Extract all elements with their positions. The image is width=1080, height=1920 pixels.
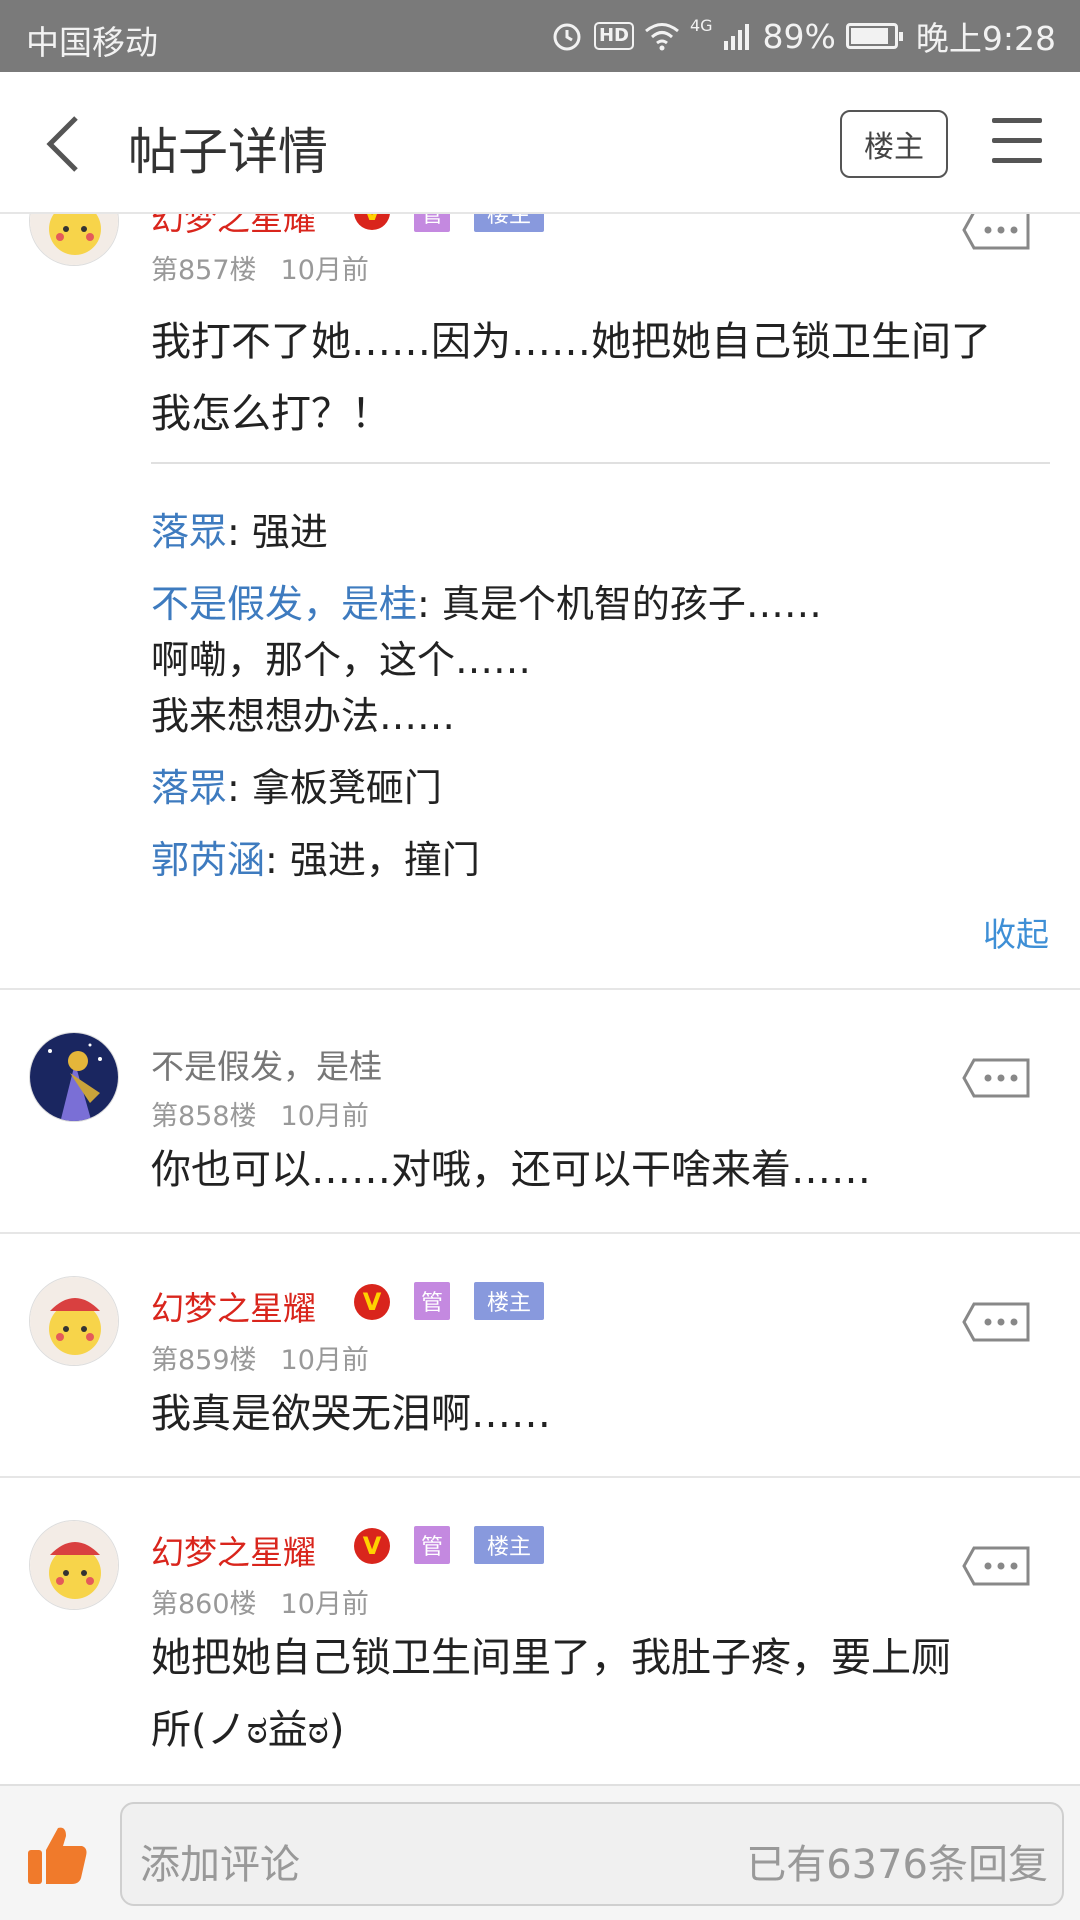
post-time: 10月前 xyxy=(280,1101,369,1132)
reply-text: 我来想想办法…… xyxy=(151,694,456,738)
post-body: 你也可以……对哦，还可以干啥来着…… xyxy=(151,1134,1051,1206)
username[interactable]: 幻梦之星耀 xyxy=(151,1526,316,1574)
post-text-line: 我真是欲哭无泪啊…… xyxy=(151,1391,551,1437)
network-type: 4G xyxy=(689,16,713,35)
post-text-line: 所(ノಠ益ಠ) xyxy=(151,1707,345,1753)
signal-icon xyxy=(723,24,749,50)
verified-icon: V xyxy=(354,214,390,230)
owner-tag: 楼主 xyxy=(474,1526,544,1564)
post-time: 10月前 xyxy=(280,1345,369,1376)
reply-text: : 强进 xyxy=(227,510,328,554)
reply-divider xyxy=(151,462,1050,464)
username[interactable]: 幻梦之星耀 xyxy=(151,214,316,240)
admin-tag: 管 xyxy=(414,1526,450,1564)
post-text-line: 我打不了她……因为……她把她自己锁卫生间了 xyxy=(151,319,991,365)
carrier-label: 中国移动 xyxy=(26,23,158,62)
post-text-line: 她把她自己锁卫生间里了，我肚子疼，要上厕 xyxy=(151,1635,951,1681)
app-header: 帖子详情 楼主 xyxy=(0,72,1080,214)
reply-author[interactable]: 落眾 xyxy=(151,510,227,554)
post-list: 幻梦之星耀 V 管 楼主 第857楼 10月前 我打不了她……因为……她把她自己锁… xyxy=(0,214,1080,1784)
floor-number: 第857楼 xyxy=(151,255,257,286)
owner-tag: 楼主 xyxy=(474,1282,544,1320)
post-860: 幻梦之星耀 V 管 楼主 第860楼 10月前 她把她自己锁卫生间里了，我肚子疼，… xyxy=(0,1478,1080,1784)
post-body: 我真是欲哭无泪啊…… xyxy=(151,1378,1051,1450)
verified-icon: V xyxy=(354,1284,390,1320)
post-body: 我打不了她……因为……她把她自己锁卫生间了 我怎么打？！ xyxy=(151,306,1051,450)
floor-number: 第858楼 xyxy=(151,1101,257,1132)
sub-reply: 不是假发，是桂: 真是个机智的孩子…… 啊嘞，那个，这个…… 我来想想办法…… xyxy=(151,576,1051,744)
sub-replies: 落眾: 强进 不是假发，是桂: 真是个机智的孩子…… 啊嘞，那个，这个…… 我来… xyxy=(151,504,1051,904)
comment-placeholder: 添加评论 xyxy=(140,1842,300,1888)
reply-text: : 真是个机智的孩子…… xyxy=(417,582,822,626)
bottom-bar: 添加评论 已有6376条回复 xyxy=(0,1784,1080,1920)
clock: 晚上9:28 xyxy=(915,19,1056,58)
admin-tag: 管 xyxy=(414,214,450,232)
owner-only-button[interactable]: 楼主 xyxy=(840,110,948,178)
post-text-line: 你也可以……对哦，还可以干啥来着…… xyxy=(151,1147,871,1193)
reply-text: : 强进，撞门 xyxy=(265,838,480,882)
avatar[interactable] xyxy=(29,1032,119,1122)
back-arrow-icon[interactable] xyxy=(40,112,100,176)
post-body: 她把她自己锁卫生间里了，我肚子疼，要上厕 所(ノಠ益ಠ) xyxy=(151,1622,1051,1766)
post-meta: 第857楼 10月前 xyxy=(151,248,369,287)
reply-author[interactable]: 郭芮涵 xyxy=(151,838,265,882)
battery-percent: 89% xyxy=(762,16,836,56)
more-options-icon[interactable] xyxy=(960,214,1032,252)
sub-reply: 郭芮涵: 强进，撞门 xyxy=(151,832,1051,888)
thumbs-up-icon[interactable] xyxy=(26,1824,90,1886)
wifi-icon xyxy=(645,23,679,51)
username[interactable]: 不是假发，是桂 xyxy=(151,1040,382,1088)
post-857: 幻梦之星耀 V 管 楼主 第857楼 10月前 我打不了她……因为……她把她自己锁… xyxy=(0,214,1080,988)
reply-author[interactable]: 落眾 xyxy=(151,766,227,810)
hd-icon: HD xyxy=(593,22,634,50)
reply-count: 已有6376条回复 xyxy=(746,1842,1048,1888)
post-meta: 第858楼 10月前 xyxy=(151,1094,369,1133)
reply-text: 啊嘞，那个，这个…… xyxy=(151,638,532,682)
alarm-icon xyxy=(553,23,581,51)
floor-number: 第860楼 xyxy=(151,1589,257,1620)
status-bar: 中国移动 HD 4G 89% 晚上9:28 xyxy=(0,0,1080,72)
post-time: 10月前 xyxy=(280,1589,369,1620)
reply-author[interactable]: 不是假发，是桂 xyxy=(151,582,417,626)
admin-tag: 管 xyxy=(414,1282,450,1320)
status-icons: HD 4G 89% 晚上9:28 xyxy=(550,14,1056,58)
avatar[interactable] xyxy=(29,1520,119,1610)
sub-reply: 落眾: 强进 xyxy=(151,504,1051,560)
avatar[interactable] xyxy=(29,214,119,266)
post-meta: 第859楼 10月前 xyxy=(151,1338,369,1377)
reply-text: : 拿板凳砸门 xyxy=(227,766,442,810)
post-meta: 第860楼 10月前 xyxy=(151,1582,369,1621)
owner-tag: 楼主 xyxy=(474,214,544,232)
more-options-icon[interactable] xyxy=(960,1300,1032,1344)
menu-icon[interactable] xyxy=(992,118,1042,164)
avatar[interactable] xyxy=(29,1276,119,1366)
collapse-link[interactable]: 收起 xyxy=(983,908,1049,956)
sub-reply: 落眾: 拿板凳砸门 xyxy=(151,760,1051,816)
verified-icon: V xyxy=(354,1528,390,1564)
page-title: 帖子详情 xyxy=(128,123,328,181)
username[interactable]: 幻梦之星耀 xyxy=(151,1282,316,1330)
battery-level xyxy=(850,28,888,44)
floor-number: 第859楼 xyxy=(151,1345,257,1376)
post-858: 不是假发，是桂 第858楼 10月前 你也可以……对哦，还可以干啥来着…… xyxy=(0,990,1080,1220)
comment-input[interactable]: 添加评论 已有6376条回复 xyxy=(120,1802,1064,1906)
post-text-line: 我怎么打？！ xyxy=(151,391,391,437)
more-options-icon[interactable] xyxy=(960,1056,1032,1100)
post-859: 幻梦之星耀 V 管 楼主 第859楼 10月前 我真是欲哭无泪啊…… xyxy=(0,1234,1080,1458)
more-options-icon[interactable] xyxy=(960,1544,1032,1588)
post-time: 10月前 xyxy=(280,255,369,286)
battery-icon xyxy=(845,23,903,49)
